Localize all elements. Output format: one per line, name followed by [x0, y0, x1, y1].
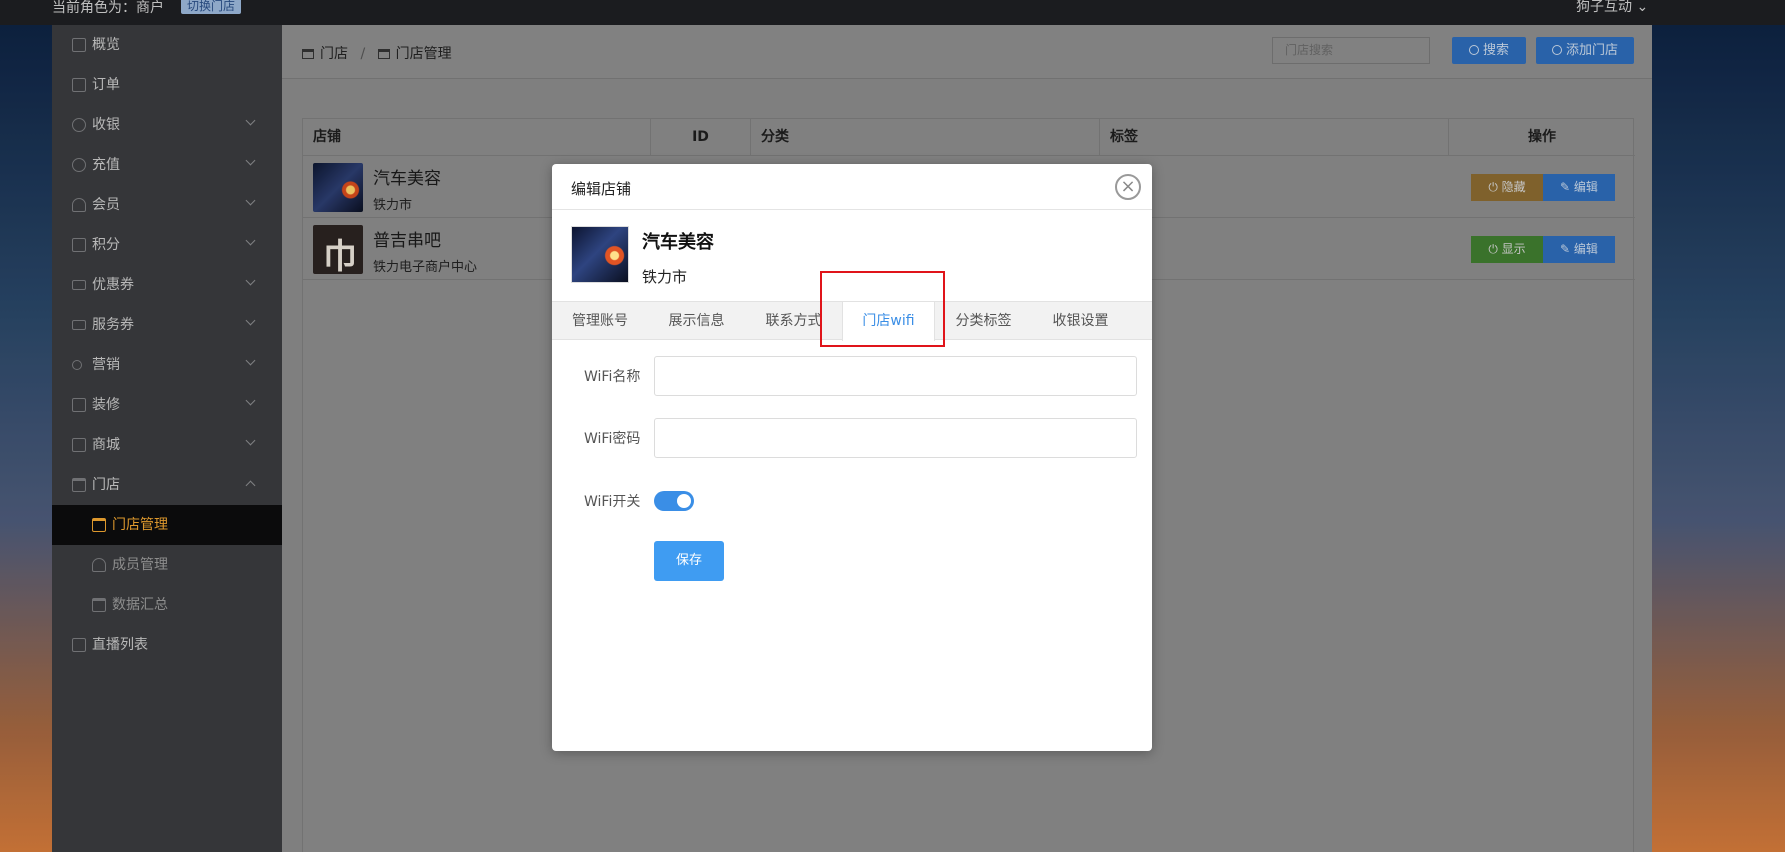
dialog-title: 编辑店铺: [571, 180, 632, 198]
edit-store-dialog: 编辑店铺 × 汽车美容 铁力市 管理账号 展示信息 联系方式 门店wifi 分类…: [552, 164, 1152, 751]
wifi-switch-toggle[interactable]: [654, 491, 694, 511]
wifi-password-input[interactable]: [654, 418, 1137, 458]
wifi-switch-label: WiFi开关: [584, 494, 641, 510]
dialog-header: 编辑店铺 ×: [552, 164, 1152, 210]
wifi-name-input[interactable]: [654, 356, 1137, 396]
store-city: 铁力市: [642, 268, 688, 286]
tab-display-info[interactable]: 展示信息: [648, 302, 745, 340]
tab-admin-account[interactable]: 管理账号: [552, 302, 648, 340]
tab-category-tags[interactable]: 分类标签: [935, 302, 1032, 340]
store-name: 汽车美容: [642, 232, 714, 253]
wifi-password-label: WiFi密码: [584, 431, 641, 447]
close-icon[interactable]: ×: [1115, 174, 1141, 200]
wifi-name-label: WiFi名称: [584, 369, 641, 385]
save-button[interactable]: 保存: [654, 541, 724, 581]
highlight-annotation: [820, 271, 945, 347]
tab-cashier-settings[interactable]: 收银设置: [1032, 302, 1129, 340]
store-thumbnail: [571, 226, 629, 283]
